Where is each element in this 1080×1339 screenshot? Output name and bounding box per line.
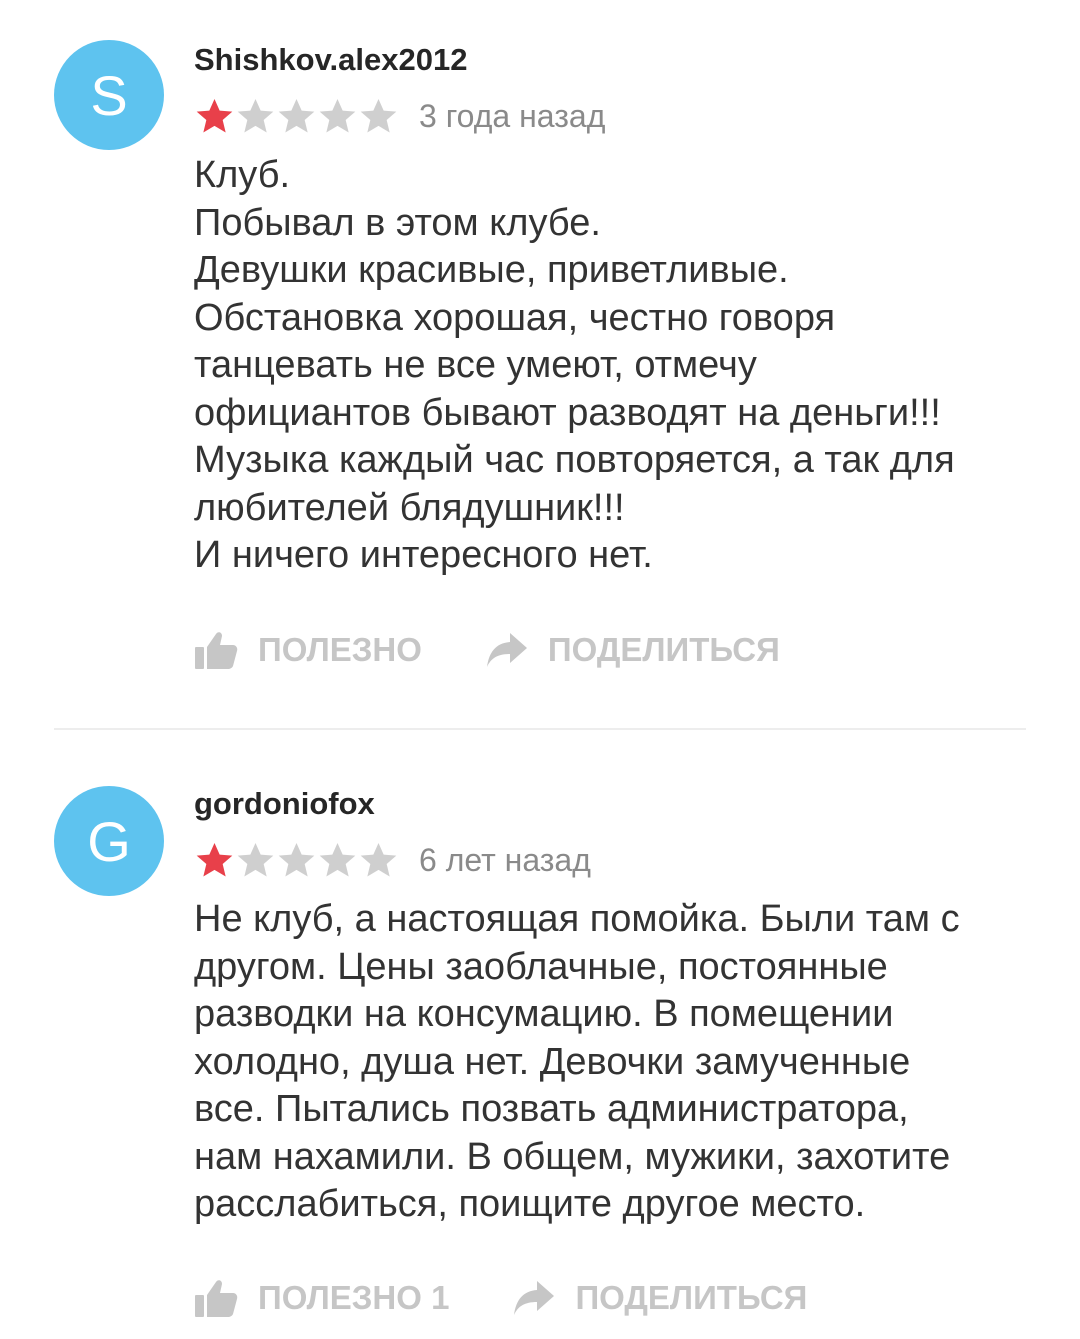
star-empty-icon bbox=[360, 99, 397, 133]
helpful-button[interactable]: ПОЛЕЗНО 1 bbox=[194, 1278, 449, 1318]
star-empty-icon bbox=[278, 843, 315, 877]
star-empty-icon bbox=[237, 843, 274, 877]
star-rating bbox=[194, 840, 399, 880]
avatar[interactable]: S bbox=[54, 40, 164, 150]
star-empty-icon bbox=[237, 99, 274, 133]
thumbs-up-icon bbox=[195, 632, 238, 669]
share-arrow-icon bbox=[486, 633, 527, 667]
star-filled-icon bbox=[196, 843, 233, 877]
review-actions: ПОЛЕЗНО 1 ПОДЕЛИТЬСЯ bbox=[194, 1278, 807, 1318]
helpful-button[interactable]: ПОЛЕЗНО bbox=[194, 630, 422, 670]
rating-row: 6 лет назад bbox=[194, 840, 591, 880]
helpful-label: ПОЛЕЗНО bbox=[258, 631, 422, 668]
star-rating bbox=[194, 96, 399, 136]
share-button[interactable]: ПОДЕЛИТЬСЯ bbox=[513, 1279, 807, 1317]
rating-row: 3 года назад bbox=[194, 96, 605, 136]
review-text: Не клуб, а настоящая помойка. Были там с… bbox=[194, 898, 960, 1225]
review-date: 6 лет назад bbox=[419, 841, 591, 878]
review-text: Клуб. Побывал в этом клубе. Девушки крас… bbox=[194, 154, 955, 576]
avatar-letter: S bbox=[90, 63, 128, 127]
share-arrow-icon bbox=[514, 1281, 555, 1315]
share-label: ПОДЕЛИТЬСЯ bbox=[547, 631, 780, 668]
star-empty-icon bbox=[360, 843, 397, 877]
share-label: ПОДЕЛИТЬСЯ bbox=[575, 1279, 808, 1316]
thumbs-up-icon bbox=[195, 1280, 238, 1317]
star-empty-icon bbox=[319, 843, 356, 877]
avatar-letter: G bbox=[87, 809, 131, 873]
review-author[interactable]: Shishkov.alex2012 bbox=[194, 42, 467, 78]
review-date: 3 года назад bbox=[419, 97, 606, 134]
review-author[interactable]: gordoniofox bbox=[194, 786, 375, 822]
share-button[interactable]: ПОДЕЛИТЬСЯ bbox=[486, 631, 780, 669]
divider bbox=[54, 728, 1026, 730]
avatar[interactable]: G bbox=[54, 786, 164, 896]
star-empty-icon bbox=[319, 99, 356, 133]
star-empty-icon bbox=[278, 99, 315, 133]
helpful-label: ПОЛЕЗНО 1 bbox=[258, 1279, 450, 1316]
star-filled-icon bbox=[196, 99, 233, 133]
review-actions: ПОЛЕЗНО ПОДЕЛИТЬСЯ bbox=[194, 630, 780, 670]
review-card: S Shishkov.alex2012 3 года назад Клуб. П… bbox=[0, 0, 1080, 728]
